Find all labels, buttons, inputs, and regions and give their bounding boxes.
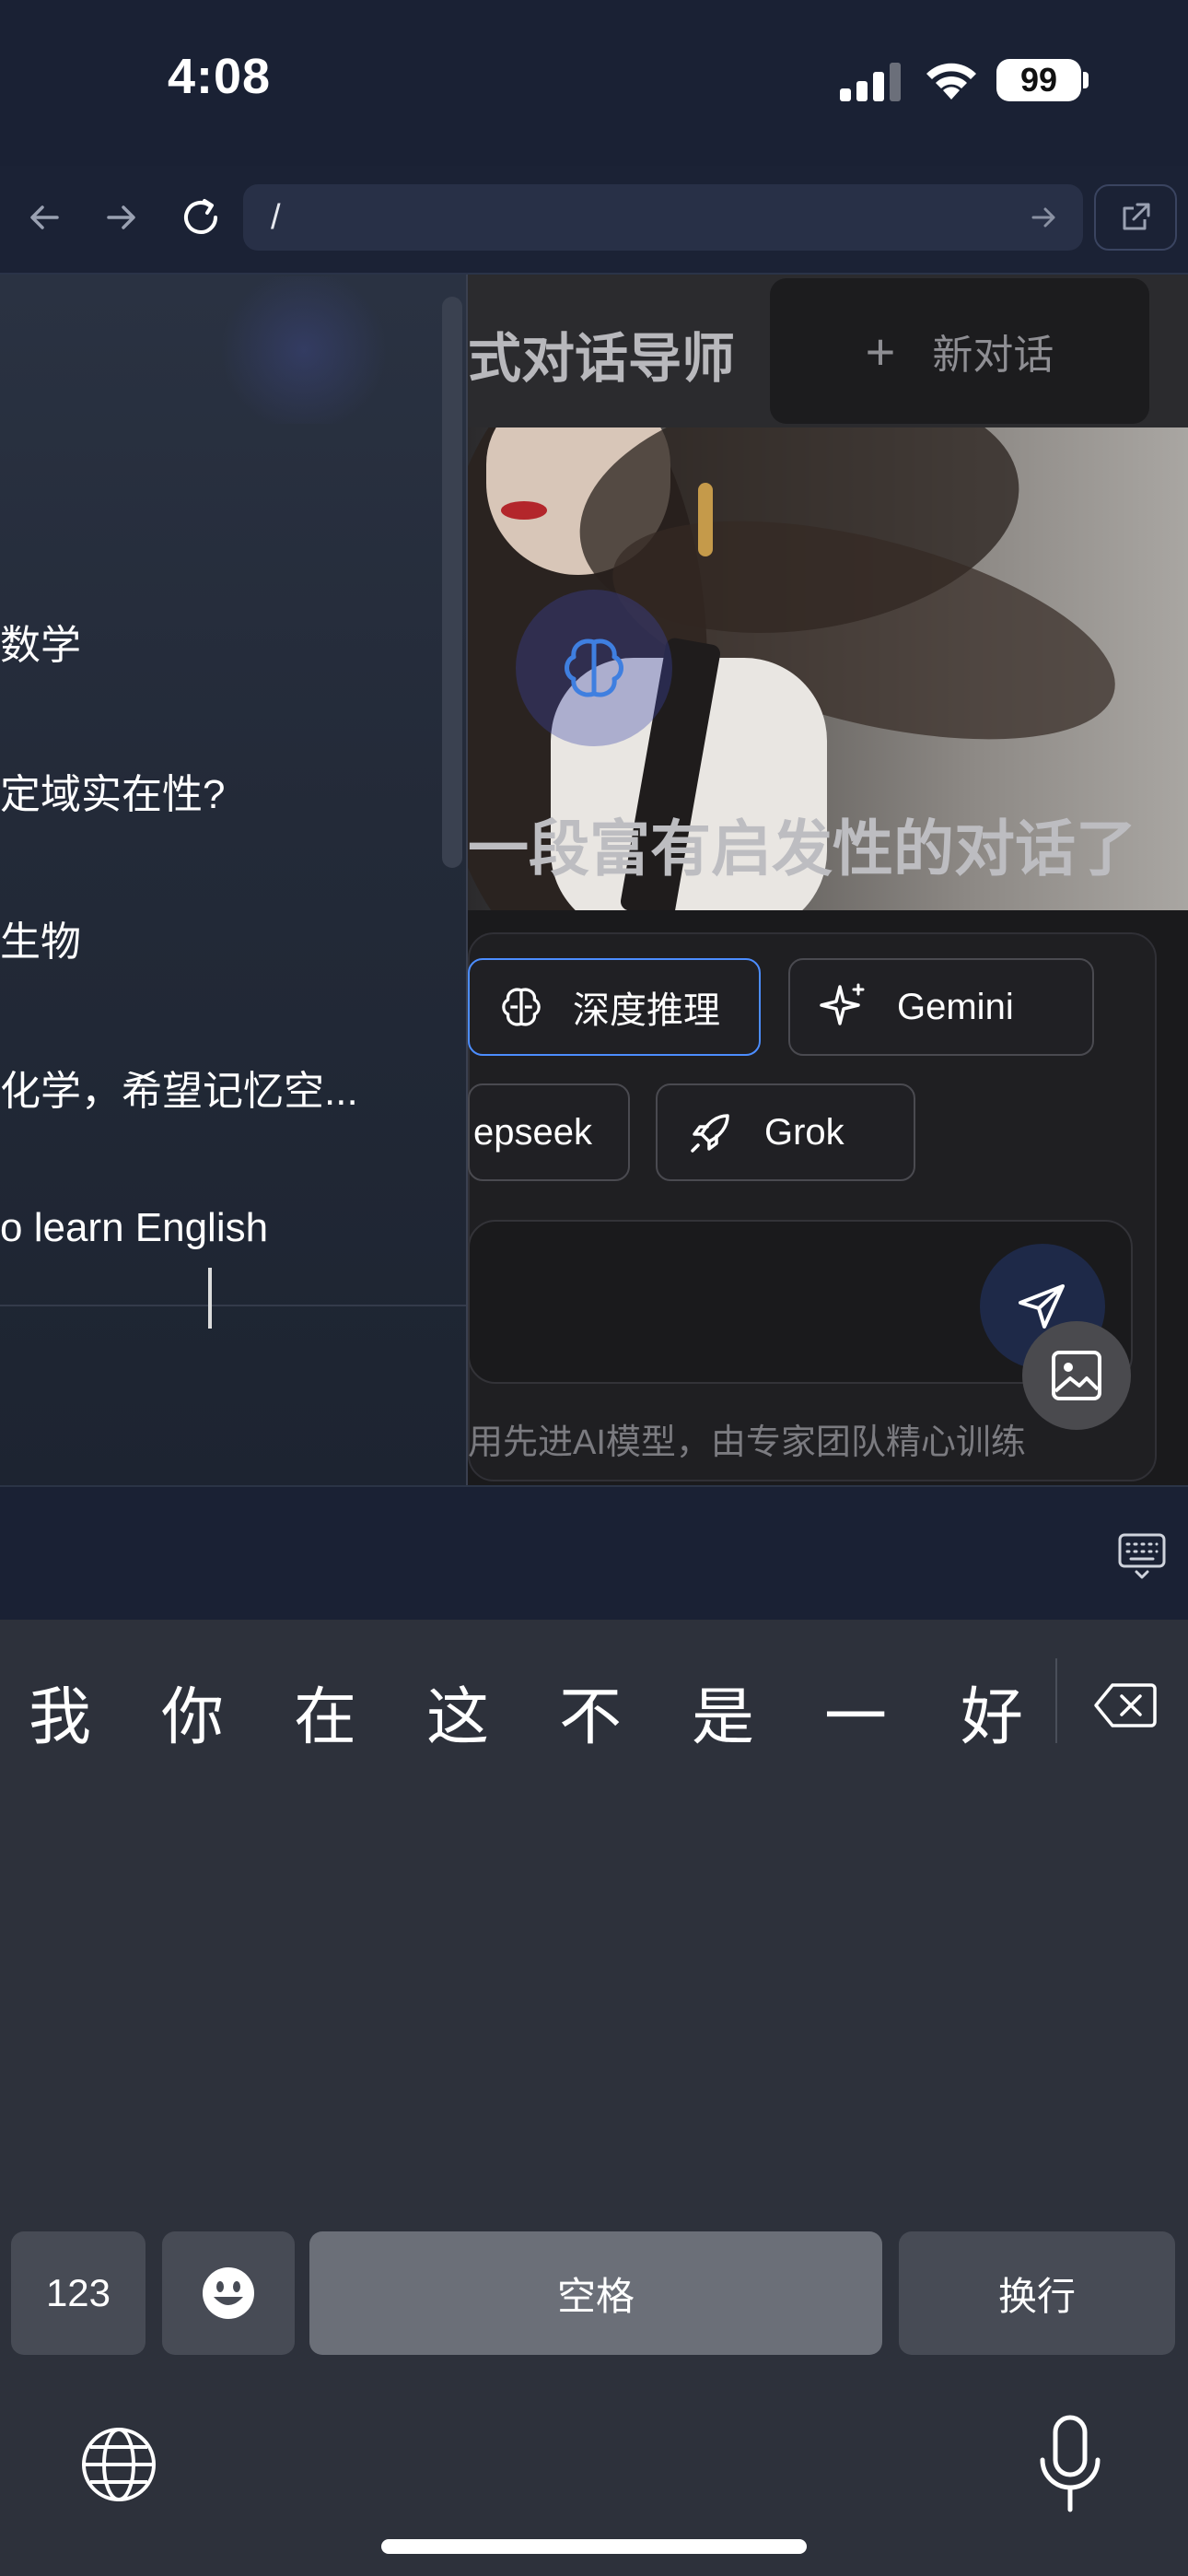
- plus-icon: +: [865, 322, 896, 381]
- arrow-left-icon[interactable]: [17, 190, 72, 245]
- rocket-icon: [691, 1114, 729, 1153]
- microphone-icon[interactable]: [1035, 2414, 1105, 2515]
- model-chip-gemini[interactable]: Gemini: [788, 958, 1094, 1056]
- keyboard: [0, 1620, 1188, 2576]
- space-key[interactable]: 空格: [309, 2231, 882, 2355]
- brain-icon: [502, 988, 541, 1026]
- model-chip-deep-reasoning[interactable]: 深度推理: [468, 958, 761, 1056]
- image-upload-button[interactable]: [1022, 1321, 1131, 1430]
- brain-icon: [565, 638, 623, 697]
- footer-text: 用先进AI模型，由专家团队精心训练: [468, 1423, 1026, 1462]
- emoji-key[interactable]: [162, 2231, 295, 2355]
- battery-tip: [1083, 72, 1089, 88]
- chip-label: Gemini: [897, 986, 1014, 1027]
- candidate-word[interactable]: 一: [805, 1666, 906, 1757]
- emoji-icon: [203, 2267, 254, 2319]
- sparkle-icon: [820, 983, 865, 1025]
- new-chat-label: 新对话: [932, 333, 1054, 378]
- brain-badge: [516, 590, 672, 746]
- chip-label: Grok: [764, 1111, 844, 1153]
- candidate-word[interactable]: 我: [9, 1666, 111, 1757]
- cellular-signal-icon: [840, 63, 901, 101]
- globe-icon[interactable]: [77, 2423, 160, 2506]
- go-arrow-icon[interactable]: [1028, 201, 1065, 238]
- keyboard-icon: [1118, 1533, 1166, 1579]
- sidebar-item-biology[interactable]: 生物: [0, 908, 81, 967]
- model-chip-deepseek[interactable]: epseek: [468, 1083, 630, 1181]
- battery-indicator: 99: [996, 59, 1081, 101]
- wifi-icon: [926, 63, 976, 100]
- sidebar-item-math[interactable]: 数学: [0, 612, 81, 671]
- page-title: 式对话导师: [468, 329, 736, 389]
- sidebar: [0, 275, 468, 1485]
- external-link-icon: [1123, 203, 1150, 230]
- reload-icon[interactable]: [173, 190, 228, 245]
- delete-icon: [1094, 1683, 1157, 1727]
- candidate-word[interactable]: 这: [407, 1666, 508, 1757]
- url-input[interactable]: /: [243, 184, 1083, 251]
- candidate-word[interactable]: 你: [142, 1666, 243, 1757]
- sidebar-item-english[interactable]: o learn English: [0, 1205, 268, 1251]
- status-time: 4:08: [168, 49, 272, 104]
- hero-text: 一段富有启发性的对话了: [468, 814, 1136, 883]
- text-cursor: [208, 1268, 212, 1329]
- sidebar-scrollbar[interactable]: [442, 297, 462, 868]
- delete-key[interactable]: [1089, 1673, 1162, 1738]
- sidebar-item-chemistry[interactable]: 化学，希望记忆空...: [0, 1058, 358, 1117]
- image-icon: [1052, 1351, 1101, 1400]
- model-chip-grok[interactable]: Grok: [656, 1083, 915, 1181]
- keyboard-accessory-bar: [0, 1485, 1188, 1620]
- sidebar-item-locality[interactable]: 定域实在性?: [0, 761, 225, 820]
- chip-label: epseek: [473, 1111, 592, 1153]
- new-chat-button[interactable]: + 新对话: [770, 278, 1149, 424]
- candidate-separator: [1055, 1658, 1057, 1743]
- external-link-button[interactable]: [1094, 184, 1177, 251]
- return-key[interactable]: 换行: [899, 2231, 1175, 2355]
- chip-label: 深度推理: [573, 990, 720, 1031]
- keyboard-toggle-button[interactable]: [1114, 1528, 1170, 1583]
- sidebar-divider: [0, 1305, 466, 1306]
- candidate-word[interactable]: 好: [941, 1666, 1042, 1757]
- candidate-word[interactable]: 在: [274, 1666, 376, 1757]
- sidebar-glow: [212, 276, 396, 424]
- candidate-word[interactable]: 不: [540, 1666, 641, 1757]
- numbers-key[interactable]: 123: [11, 2231, 146, 2355]
- candidate-word[interactable]: 是: [672, 1666, 774, 1757]
- home-indicator[interactable]: [381, 2539, 807, 2554]
- arrow-right-icon[interactable]: [94, 190, 149, 245]
